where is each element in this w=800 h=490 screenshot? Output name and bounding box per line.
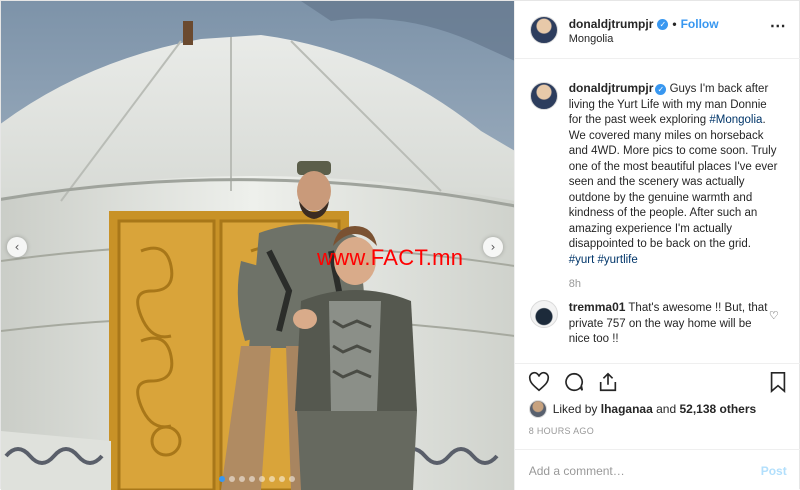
author-line: donaldjtrumpjr ✓ • Follow — [569, 17, 719, 31]
next-photo-button[interactable]: › — [483, 237, 503, 257]
post-header: donaldjtrumpjr ✓ • Follow Mongolia ⋯ — [514, 1, 800, 59]
share-icon[interactable] — [597, 371, 619, 393]
follow-button[interactable]: Follow — [681, 17, 719, 31]
likes-count-link[interactable]: 52,138 others — [679, 402, 756, 416]
likes-text: Liked by lhaganaa and 52,138 others — [553, 402, 756, 416]
comment-bubble-icon[interactable] — [563, 371, 585, 393]
caption-body-2: . We covered many miles on horseback and… — [568, 114, 778, 250]
liker-avatar[interactable] — [528, 400, 547, 418]
verified-badge-icon: ✓ — [657, 18, 669, 30]
hashtag-yurtlife[interactable]: #yurtlife — [598, 254, 638, 266]
liker-username[interactable]: lhaganaa — [601, 402, 653, 416]
slide-dot — [249, 476, 256, 482]
separator-dot: • — [672, 17, 677, 31]
slide-dot — [289, 476, 296, 482]
more-options-icon[interactable]: ⋯ — [770, 16, 787, 36]
post-side-panel: donaldjtrumpjr ✓ • Follow Mongolia ⋯ don… — [513, 1, 800, 490]
author-username[interactable]: donaldjtrumpjr — [569, 17, 654, 31]
commenter-username[interactable]: tremma01 — [569, 300, 626, 314]
likes-middle: and — [652, 402, 680, 416]
caption-time[interactable]: 8h — [569, 278, 581, 290]
location-link[interactable]: Mongolia — [569, 33, 614, 45]
slide-dot — [259, 476, 266, 482]
comments-section: donaldjtrumpjr ✓ Guys I'm back after livi… — [514, 60, 800, 364]
post-comment-button[interactable]: Post — [761, 464, 787, 478]
caption-text: donaldjtrumpjr ✓ Guys I'm back after livi… — [569, 81, 779, 268]
caption-author-avatar[interactable] — [529, 82, 558, 110]
slide-dot — [229, 476, 236, 482]
slide-dot — [269, 476, 276, 482]
verified-badge-icon: ✓ — [655, 84, 667, 95]
watermark-text: www.FACT.mn — [317, 245, 464, 270]
commenter-avatar[interactable] — [529, 300, 558, 328]
comment-text: tremma01 That's awesome !! But, that pri… — [569, 300, 769, 348]
author-avatar[interactable] — [529, 16, 558, 44]
add-comment-bar: Post — [514, 449, 800, 490]
likes-summary: Liked by lhaganaa and 52,138 others — [528, 400, 756, 418]
like-comment-icon[interactable]: ♡ — [769, 309, 779, 322]
caption-username[interactable]: donaldjtrumpjr — [569, 81, 654, 95]
slide-dot — [219, 476, 226, 482]
previous-photo-button[interactable]: ‹ — [7, 237, 27, 257]
like-heart-icon[interactable] — [528, 371, 550, 393]
instagram-post: ‹ › www.FACT.mn donaldjtrumpjr ✓ • Follo… — [0, 0, 800, 490]
save-bookmark-icon[interactable] — [767, 371, 789, 393]
slide-dot — [239, 476, 246, 482]
post-timestamp[interactable]: 8 HOURS AGO — [529, 426, 594, 436]
action-bar — [515, 367, 800, 397]
slide-dot — [279, 476, 286, 482]
post-photo[interactable]: ‹ › www.FACT.mn — [1, 1, 514, 490]
likes-prefix: Liked by — [552, 402, 601, 416]
hashtag-mongolia[interactable]: #Mongolia — [709, 114, 762, 126]
slide-indicator — [1, 476, 514, 482]
hashtag-yurt[interactable]: #yurt — [569, 254, 595, 266]
comment-input[interactable] — [528, 462, 749, 480]
